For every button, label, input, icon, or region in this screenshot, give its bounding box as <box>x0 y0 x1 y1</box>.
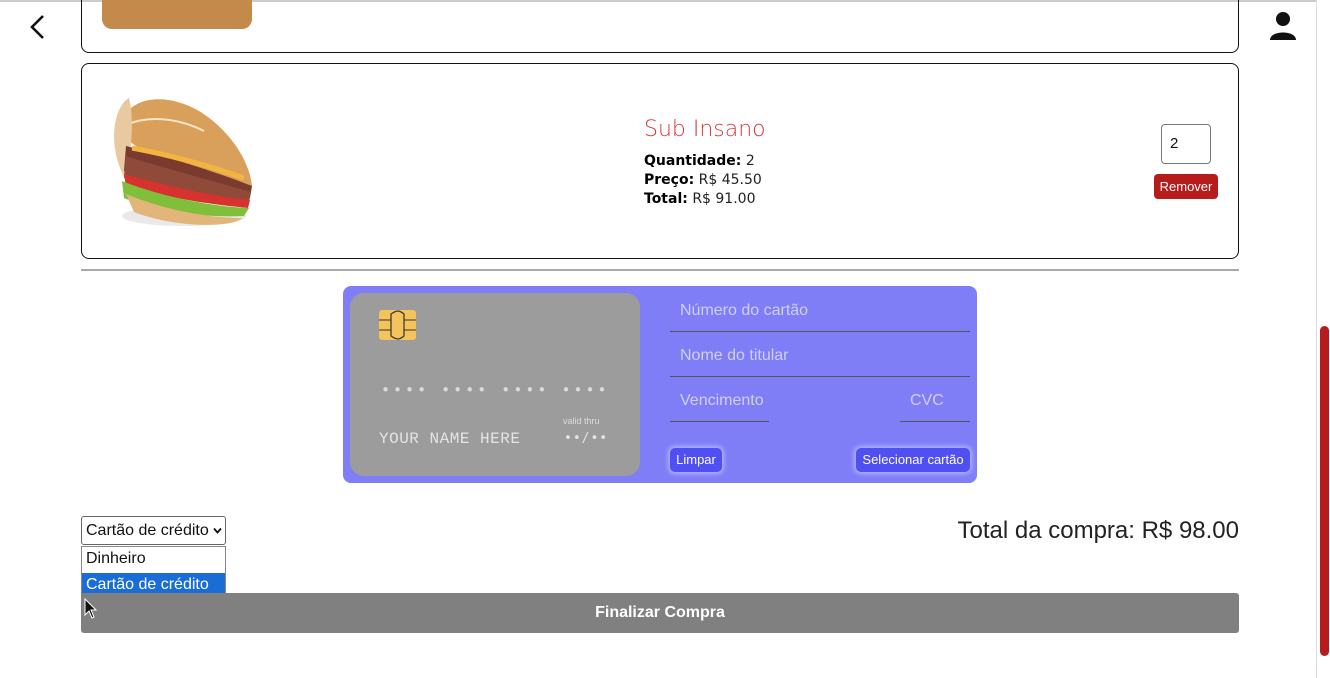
card-expiry-display: ••/•• <box>564 431 609 446</box>
card-cvc-input[interactable]: CVC <box>900 392 970 422</box>
scrollbar-thumb[interactable] <box>1320 326 1329 656</box>
card-expiry-input[interactable]: Vencimento <box>670 392 769 422</box>
clear-button[interactable]: Limpar <box>670 448 722 472</box>
credit-card-preview: •••• •••• •••• •••• valid thru YOUR NAME… <box>350 293 640 476</box>
valid-thru-label: valid thru <box>563 416 600 426</box>
item-name: Sub Insano <box>644 117 766 142</box>
cursor-icon <box>84 598 98 619</box>
quantity-input[interactable]: 2 <box>1161 124 1211 164</box>
chip-icon <box>379 310 416 340</box>
user-icon[interactable] <box>1268 10 1298 42</box>
finalize-purchase-button[interactable]: Finalizar Compra <box>81 593 1239 633</box>
quantity-value: 2 <box>745 153 755 169</box>
item-info: Sub Insano Quantidade: 2 Preço: R$ 45.50… <box>644 117 766 209</box>
price-value: R$ 45.50 <box>698 172 762 188</box>
remove-button[interactable]: Remover <box>1154 174 1218 199</box>
product-image <box>102 0 252 29</box>
payment-method-options: Dinheiro Cartão de crédito <box>81 546 226 599</box>
payment-method-select[interactable]: Cartão de crédito <box>81 516 226 545</box>
card-holder-display: YOUR NAME HERE <box>379 430 521 448</box>
cart-item: Sub Insano Quantidade: 2 Preço: R$ 45.50… <box>81 63 1239 259</box>
chevron-down-icon <box>213 527 222 534</box>
card-number-display: •••• •••• •••• •••• <box>381 381 610 399</box>
card-holder-input[interactable]: Nome do titular <box>670 347 970 377</box>
divider <box>81 269 1239 271</box>
card-payment-panel: •••• •••• •••• •••• valid thru YOUR NAME… <box>343 286 977 483</box>
item-total: Total: R$ 91.00 <box>644 190 766 209</box>
previous-cart-item <box>81 0 1239 53</box>
back-icon[interactable] <box>26 12 52 42</box>
product-image <box>114 98 252 226</box>
total-value: R$ 91.00 <box>692 191 756 207</box>
item-price: Preço: R$ 45.50 <box>644 171 766 190</box>
select-card-button[interactable]: Selecionar cartão <box>856 448 970 472</box>
selected-payment-method: Cartão de crédito <box>86 522 209 539</box>
card-number-input[interactable]: Número do cartão <box>670 302 970 332</box>
price-label: Preço: <box>644 172 695 188</box>
option-dinheiro[interactable]: Dinheiro <box>82 547 225 573</box>
order-total: Total da compra: R$ 98.00 <box>957 517 1240 544</box>
quantity-label: Quantidade: <box>644 153 742 169</box>
item-quantity: Quantidade: 2 <box>644 152 766 171</box>
total-label: Total: <box>644 191 688 207</box>
